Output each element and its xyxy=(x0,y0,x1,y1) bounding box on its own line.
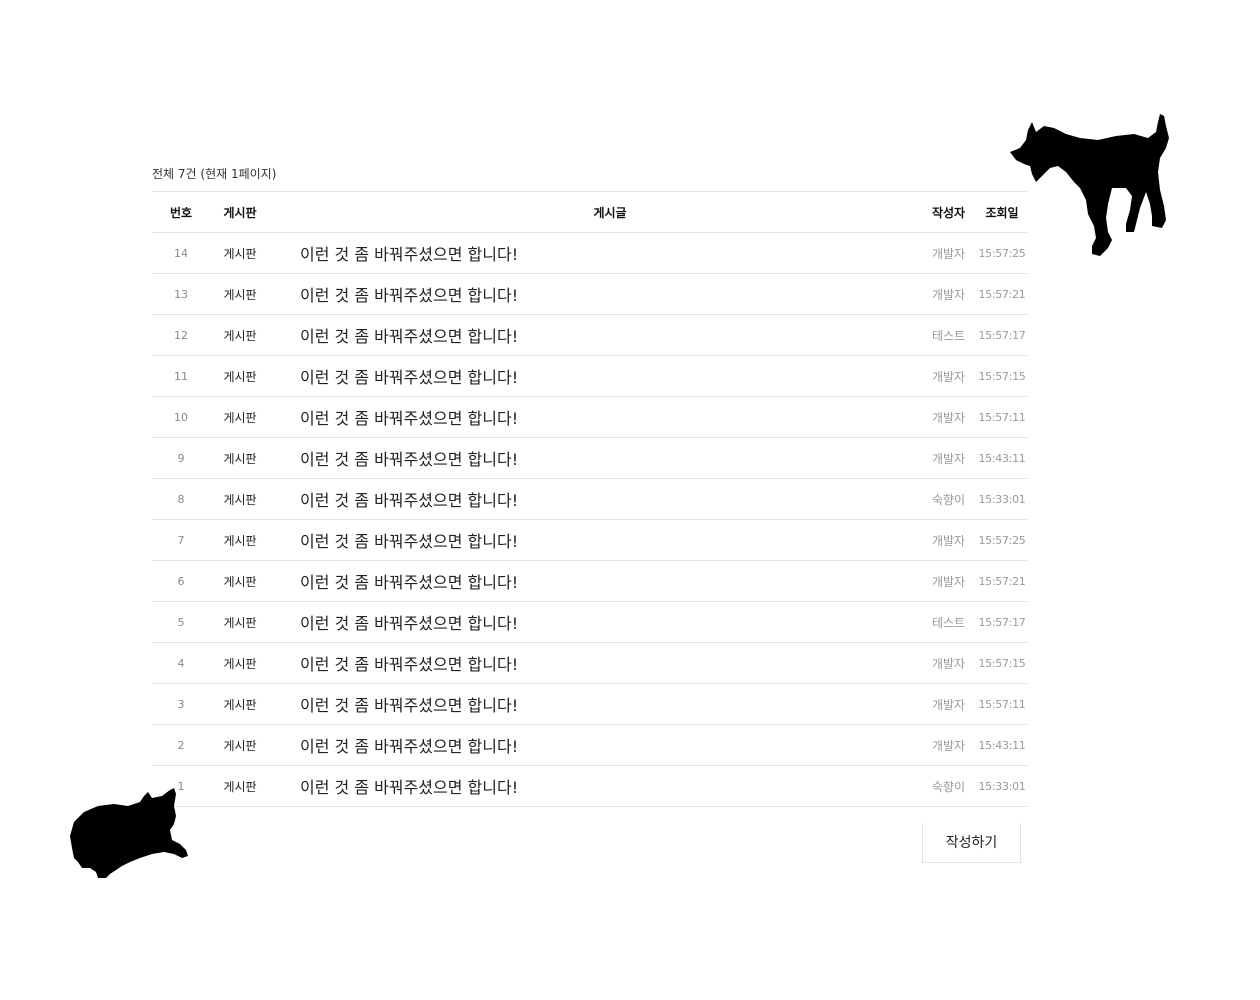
post-title-link[interactable]: 이런 것 좀 바꿔주셨으면 합니다! xyxy=(270,774,920,798)
post-board: 게시판 xyxy=(223,738,257,753)
table-row[interactable]: 10 게시판 이런 것 좀 바꿔주셨으면 합니다! 개발자 15:57:11 xyxy=(152,397,1027,438)
post-title-link[interactable]: 이런 것 좀 바꿔주셨으면 합니다! xyxy=(270,282,920,306)
post-board: 게시판 xyxy=(223,328,257,343)
post-time: 15:57:11 xyxy=(978,697,1026,711)
table-row[interactable]: 7 게시판 이런 것 좀 바꿔주셨으면 합니다! 개발자 15:57:25 xyxy=(152,520,1027,561)
header-author: 작성자 xyxy=(931,205,966,220)
post-number: 5 xyxy=(177,615,185,629)
post-title-link[interactable]: 이런 것 좀 바꿔주셨으면 합니다! xyxy=(270,405,920,429)
post-number: 3 xyxy=(177,697,185,711)
post-author: 개발자 xyxy=(931,246,966,261)
post-number: 12 xyxy=(174,328,188,342)
lying-cat-silhouette-icon xyxy=(70,788,188,878)
table-header: 번호 게시판 게시글 작성자 조회일 xyxy=(152,192,1027,233)
post-title-link[interactable]: 이런 것 좀 바꿔주셨으면 합니다! xyxy=(270,651,920,675)
post-time: 15:33:01 xyxy=(978,779,1026,793)
post-number: 10 xyxy=(174,410,188,424)
table-row[interactable]: 11 게시판 이런 것 좀 바꿔주셨으면 합니다! 개발자 15:57:15 xyxy=(152,356,1027,397)
post-title-link[interactable]: 이런 것 좀 바꿔주셨으면 합니다! xyxy=(270,569,920,593)
post-author: 숙향이 xyxy=(931,492,966,507)
post-board: 게시판 xyxy=(223,492,257,507)
post-time: 15:43:11 xyxy=(978,451,1026,465)
post-number: 8 xyxy=(177,492,185,506)
post-time: 15:57:17 xyxy=(978,328,1026,342)
post-title-link[interactable]: 이런 것 좀 바꿔주셨으면 합니다! xyxy=(270,241,920,265)
post-author: 개발자 xyxy=(931,738,966,753)
post-number: 9 xyxy=(177,451,185,465)
post-number: 2 xyxy=(177,738,185,752)
post-author: 개발자 xyxy=(931,287,966,302)
post-title-link[interactable]: 이런 것 좀 바꿔주셨으면 합니다! xyxy=(270,446,920,470)
header-no: 번호 xyxy=(169,205,193,220)
post-board: 게시판 xyxy=(223,451,257,466)
post-title-link[interactable]: 이런 것 좀 바꿔주셨으면 합니다! xyxy=(270,364,920,388)
table-row[interactable]: 12 게시판 이런 것 좀 바꿔주셨으면 합니다! 테스트 15:57:17 xyxy=(152,315,1027,356)
table-row[interactable]: 13 게시판 이런 것 좀 바꿔주셨으면 합니다! 개발자 15:57:21 xyxy=(152,274,1027,315)
post-number: 11 xyxy=(174,369,188,383)
table-row[interactable]: 8 게시판 이런 것 좀 바꿔주셨으면 합니다! 숙향이 15:33:01 xyxy=(152,479,1027,520)
post-author: 개발자 xyxy=(931,369,966,384)
post-time: 15:57:21 xyxy=(978,574,1026,588)
table-row[interactable]: 14 게시판 이런 것 좀 바꿔주셨으면 합니다! 개발자 15:57:25 xyxy=(152,233,1027,274)
board-list: 전체 7건 (현재 1페이지) 번호 게시판 게시글 작성자 조회일 14 게시판… xyxy=(152,160,1027,807)
post-board: 게시판 xyxy=(223,369,257,384)
table-row[interactable]: 3 게시판 이런 것 좀 바꿔주셨으면 합니다! 개발자 15:57:11 xyxy=(152,684,1027,725)
post-title-link[interactable]: 이런 것 좀 바꿔주셨으면 합니다! xyxy=(270,733,920,757)
post-title-link[interactable]: 이런 것 좀 바꿔주셨으면 합니다! xyxy=(270,528,920,552)
post-number: 14 xyxy=(174,246,188,260)
table-body: 14 게시판 이런 것 좀 바꿔주셨으면 합니다! 개발자 15:57:25 13 게시판 이… xyxy=(152,233,1027,807)
post-board: 게시판 xyxy=(223,246,257,261)
post-author: 개발자 xyxy=(931,574,966,589)
table-row[interactable]: 2 게시판 이런 것 좀 바꿔주셨으면 합니다! 개발자 15:43:11 xyxy=(152,725,1027,766)
post-board: 게시판 xyxy=(223,697,257,712)
post-title-link[interactable]: 이런 것 좀 바꿔주셨으면 합니다! xyxy=(270,487,920,511)
post-board: 게시판 xyxy=(223,779,257,794)
post-number: 7 xyxy=(177,533,185,547)
post-author: 테스트 xyxy=(931,615,966,630)
post-title-link[interactable]: 이런 것 좀 바꿔주셨으면 합니다! xyxy=(270,323,920,347)
post-board: 게시판 xyxy=(223,410,257,425)
post-board: 게시판 xyxy=(223,533,257,548)
header-title: 게시글 xyxy=(593,205,627,220)
post-time: 15:57:11 xyxy=(978,410,1026,424)
post-author: 개발자 xyxy=(931,410,966,425)
table-row[interactable]: 4 게시판 이런 것 좀 바꿔주셨으면 합니다! 개발자 15:57:15 xyxy=(152,643,1027,684)
post-time: 15:57:15 xyxy=(978,369,1026,383)
post-time: 15:57:15 xyxy=(978,656,1026,670)
post-author: 개발자 xyxy=(931,656,966,671)
post-count-summary: 전체 7건 (현재 1페이지) xyxy=(152,160,1027,192)
post-author: 숙향이 xyxy=(931,779,966,794)
standing-cat-silhouette-icon xyxy=(1010,114,1169,256)
post-number: 4 xyxy=(177,656,185,670)
post-board: 게시판 xyxy=(223,656,257,671)
post-author: 테스트 xyxy=(931,328,966,343)
post-author: 개발자 xyxy=(931,697,966,712)
post-time: 15:57:21 xyxy=(978,287,1026,301)
post-number: 6 xyxy=(177,574,185,588)
table-row[interactable]: 6 게시판 이런 것 좀 바꿔주셨으면 합니다! 개발자 15:57:21 xyxy=(152,561,1027,602)
post-title-link[interactable]: 이런 것 좀 바꿔주셨으면 합니다! xyxy=(270,610,920,634)
post-time: 15:57:17 xyxy=(978,615,1026,629)
table-row[interactable]: 9 게시판 이런 것 좀 바꿔주셨으면 합니다! 개발자 15:43:11 xyxy=(152,438,1027,479)
table-row[interactable]: 1 게시판 이런 것 좀 바꿔주셨으면 합니다! 숙향이 15:33:01 xyxy=(152,766,1027,807)
post-time: 15:43:11 xyxy=(978,738,1026,752)
write-button[interactable]: 작성하기 xyxy=(922,823,1021,863)
post-time: 15:33:01 xyxy=(978,492,1026,506)
post-author: 개발자 xyxy=(931,451,966,466)
post-board: 게시판 xyxy=(223,574,257,589)
post-author: 개발자 xyxy=(931,533,966,548)
post-title-link[interactable]: 이런 것 좀 바꿔주셨으면 합니다! xyxy=(270,692,920,716)
header-board: 게시판 xyxy=(223,205,257,220)
post-time: 15:57:25 xyxy=(978,533,1026,547)
post-number: 13 xyxy=(174,287,188,301)
table-row[interactable]: 5 게시판 이런 것 좀 바꿔주셨으면 합니다! 테스트 15:57:17 xyxy=(152,602,1027,643)
post-board: 게시판 xyxy=(223,287,257,302)
post-board: 게시판 xyxy=(223,615,257,630)
